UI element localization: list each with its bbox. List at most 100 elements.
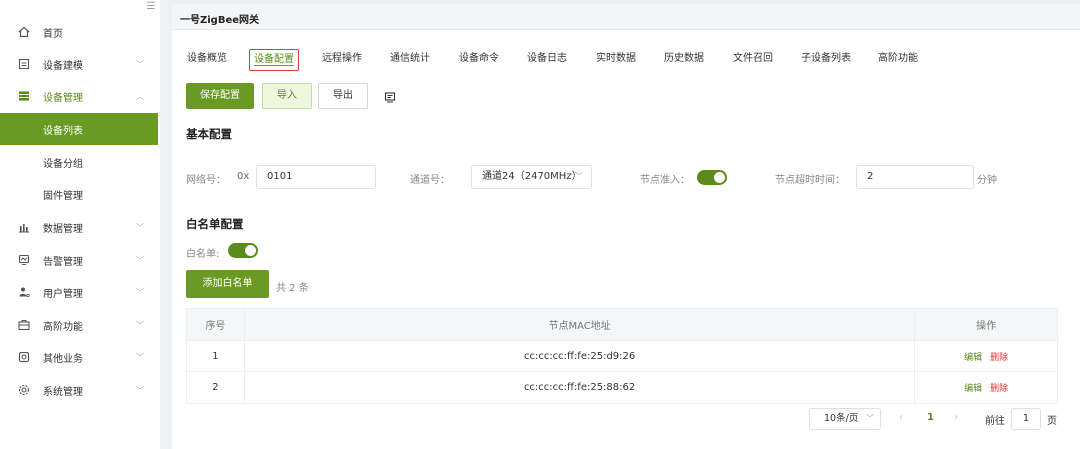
whitelist-switch-label: 白名单:	[186, 249, 220, 260]
tab-device-commands[interactable]: 设备命令	[459, 48, 499, 70]
tab-history-data[interactable]: 历史数据	[664, 48, 704, 70]
network-id-input[interactable]: 0101	[256, 165, 376, 189]
goto-label: 前往	[985, 416, 1005, 427]
sidebar-item-system-management[interactable]: 系统管理 ﹀	[0, 374, 158, 406]
device-icon	[17, 89, 31, 103]
save-config-button[interactable]: 保存配置	[186, 83, 254, 109]
sidebar-subitem-firmware[interactable]: 固件管理	[0, 178, 158, 210]
add-whitelist-button[interactable]: 添加白名单	[186, 270, 269, 298]
row-index: 1	[187, 341, 245, 371]
tab-device-config[interactable]: 设备配置	[249, 49, 299, 71]
page-size-select[interactable]: 10条/页 ﹀	[809, 408, 881, 430]
edit-link[interactable]: 编辑	[964, 350, 982, 363]
channel-label: 通道号：	[410, 175, 450, 186]
network-id-label: 网络号：	[186, 175, 226, 186]
sidebar-item-home[interactable]: 首页	[0, 16, 158, 48]
tab-remote-operation[interactable]: 远程操作	[322, 48, 362, 70]
whitelist-config-title: 白名单配置	[186, 217, 244, 231]
column-header-mac: 节点MAC地址	[245, 309, 916, 340]
other-icon	[17, 350, 31, 364]
basic-config-title: 基本配置	[186, 127, 232, 141]
main-panel: 一号ZigBee网关 设备概览 设备配置 远程操作 通信统计 设备命令 设备日志…	[172, 4, 1080, 449]
sidebar-subitem-device-group[interactable]: 设备分组	[0, 146, 158, 178]
sidebar-subitem-label: 固件管理	[43, 190, 83, 202]
sidebar-item-label: 其他业务	[43, 353, 83, 365]
edit-link[interactable]: 编辑	[964, 381, 982, 394]
sidebar-item-label: 设备建模	[43, 60, 83, 72]
channel-select[interactable]: 通道24（2470MHz） ﹀	[471, 165, 592, 189]
chevron-down-icon: ﹀	[136, 222, 144, 232]
chevron-down-icon: ﹀	[136, 255, 144, 265]
sidebar-item-data-management[interactable]: 数据管理 ﹀	[0, 211, 158, 243]
row-actions: 编辑 删除	[915, 372, 1057, 403]
sidebar-item-label: 系统管理	[43, 386, 83, 398]
sidebar-item-label: 高阶功能	[43, 321, 83, 333]
node-access-label: 节点准入：	[640, 175, 690, 186]
sidebar-subitem-label: 设备分组	[43, 158, 83, 170]
current-page[interactable]: 1	[927, 412, 934, 423]
goto-page-input[interactable]: 1	[1011, 408, 1041, 430]
sidebar-item-advanced[interactable]: 高阶功能 ﹀	[0, 309, 158, 341]
whitelist-switch[interactable]	[228, 243, 258, 258]
sidebar-item-device-modeling[interactable]: 设备建模 ﹀	[0, 48, 158, 80]
title-bar	[172, 4, 1080, 30]
sidebar-item-other-business[interactable]: 其他业务 ﹀	[0, 341, 158, 373]
whitelist-table: 序号 节点MAC地址 操作 1 cc:cc:cc:ff:fe:25:d9:26 …	[186, 308, 1058, 404]
sidebar-subitem-label: 设备列表	[43, 125, 83, 137]
column-header-actions: 操作	[976, 321, 997, 332]
tab-overview[interactable]: 设备概览	[187, 48, 227, 70]
prev-page-icon[interactable]: ‹	[899, 412, 903, 423]
sidebar-item-label: 数据管理	[43, 223, 83, 235]
tab-realtime-data[interactable]: 实时数据	[596, 48, 636, 70]
sidebar-item-label: 设备管理	[43, 92, 83, 104]
tab-file-recall[interactable]: 文件召回	[733, 48, 773, 70]
page-unit-label: 页	[1047, 416, 1057, 427]
node-timeout-label: 节点超时时间：	[775, 175, 845, 186]
table-row: 1 cc:cc:cc:ff:fe:25:d9:26 编辑 删除	[187, 341, 1057, 372]
sidebar-item-label: 首页	[43, 28, 63, 40]
network-id-prefix: 0x	[237, 171, 250, 182]
sidebar: ☰ 首页 设备建模 ﹀ 设备管理 ︿ 设备列表 设备分组 固件管理 数据管理 ﹀…	[0, 0, 160, 449]
export-button[interactable]: 导出	[318, 83, 368, 109]
sidebar-item-device-management[interactable]: 设备管理 ︿	[0, 80, 158, 112]
node-access-switch[interactable]	[697, 170, 727, 185]
import-button[interactable]: 导入	[262, 83, 312, 109]
chevron-down-icon: ﹀	[575, 172, 583, 181]
node-timeout-input[interactable]: 2	[856, 165, 974, 189]
chevron-down-icon: ﹀	[136, 385, 144, 395]
row-actions: 编辑 删除	[915, 341, 1057, 371]
chevron-down-icon: ﹀	[866, 414, 874, 423]
page-size-value: 10条/页	[824, 413, 859, 424]
chevron-up-icon: ︿	[136, 91, 144, 101]
tab-bar: 设备概览 设备配置 远程操作 通信统计 设备命令 设备日志 实时数据 历史数据 …	[172, 48, 1080, 74]
delete-link[interactable]: 删除	[990, 350, 1008, 363]
sidebar-item-label: 告警管理	[43, 256, 83, 268]
chart-icon	[17, 220, 31, 234]
row-mac: cc:cc:cc:ff:fe:25:d9:26	[245, 341, 916, 371]
sidebar-item-user-management[interactable]: 用户管理 ﹀	[0, 276, 158, 308]
tab-advanced[interactable]: 高阶功能	[878, 48, 918, 70]
tab-device-log[interactable]: 设备日志	[527, 48, 567, 70]
chevron-down-icon: ﹀	[136, 59, 144, 69]
node-timeout-unit: 分钟	[977, 175, 997, 186]
sidebar-subitem-device-list[interactable]: 设备列表	[0, 113, 158, 145]
next-page-icon[interactable]: ›	[954, 412, 958, 423]
whitelist-count: 共 2 条	[276, 283, 309, 294]
table-row: 2 cc:cc:cc:ff:fe:25:88:62 编辑 删除	[187, 372, 1057, 403]
copy-icon[interactable]	[384, 91, 396, 103]
table-header: 序号 节点MAC地址 操作	[187, 309, 1057, 341]
sidebar-item-label: 用户管理	[43, 288, 83, 300]
tab-comm-stats[interactable]: 通信统计	[390, 48, 430, 70]
chevron-down-icon: ﹀	[136, 352, 144, 362]
chevron-down-icon: ﹀	[136, 287, 144, 297]
advanced-icon	[17, 318, 31, 332]
tab-label: 设备配置	[254, 54, 294, 66]
column-header-index: 序号	[187, 309, 245, 340]
sidebar-item-alarm-management[interactable]: 告警管理 ﹀	[0, 244, 158, 276]
tab-sub-devices[interactable]: 子设备列表	[801, 48, 851, 70]
row-mac: cc:cc:cc:ff:fe:25:88:62	[245, 372, 916, 403]
home-icon	[17, 25, 31, 39]
row-index: 2	[187, 372, 245, 403]
delete-link[interactable]: 删除	[990, 381, 1008, 394]
menu-collapse-icon[interactable]: ☰	[146, 2, 156, 12]
